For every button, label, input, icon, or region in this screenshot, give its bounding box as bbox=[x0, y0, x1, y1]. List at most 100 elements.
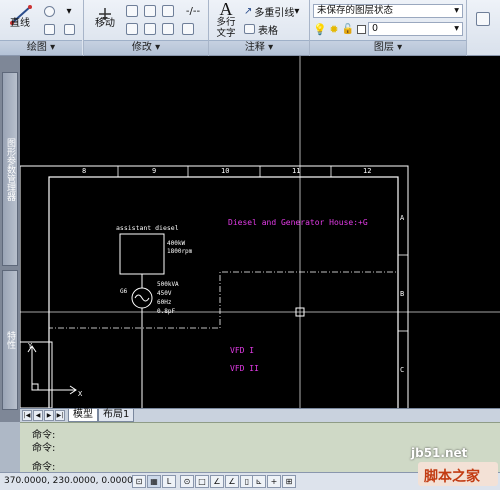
command-history-line: 命令: bbox=[32, 443, 56, 454]
stretch-icon bbox=[126, 23, 138, 35]
annotation-panel-footer[interactable]: 注释 ▾ bbox=[209, 40, 309, 55]
trim-icon: -/-- bbox=[185, 5, 201, 17]
next-tab-button[interactable]: ▶ bbox=[44, 410, 54, 421]
copy-icon bbox=[126, 5, 138, 17]
stretch-tool-button[interactable] bbox=[124, 22, 140, 36]
generator-spec-pf: 0.8pF bbox=[157, 308, 176, 315]
chevron-down-icon: ▾ bbox=[454, 23, 459, 34]
layout-tab-bar: |◀ ◀ ▶ ▶| 模型 布局1 bbox=[20, 408, 500, 422]
generator-spec-frequency: 60Hz bbox=[157, 299, 172, 306]
mirror-icon bbox=[162, 5, 174, 17]
command-prompt[interactable]: 命令: bbox=[32, 458, 55, 473]
layers-panel-footer[interactable]: 图层 ▾ bbox=[310, 40, 466, 55]
layer-lock-toggle[interactable]: 🔓 bbox=[342, 22, 354, 36]
copy-tool-button[interactable] bbox=[124, 4, 140, 18]
column-number-9: 9 bbox=[152, 167, 157, 175]
watermark-logo: 脚本之家 bbox=[418, 462, 498, 486]
watermark-brand: 脚本之家 bbox=[424, 469, 480, 485]
last-tab-button[interactable]: ▶| bbox=[55, 410, 65, 421]
lineweight-toggle[interactable]: + bbox=[267, 475, 281, 488]
first-tab-button[interactable]: |◀ bbox=[22, 410, 32, 421]
erase-tool-button[interactable] bbox=[180, 22, 196, 36]
diesel-engine-box bbox=[119, 233, 165, 275]
drawing-canvas[interactable]: 8 9 10 11 12 A B C Diesel and Generator … bbox=[20, 56, 500, 408]
quick-properties-toggle[interactable]: ⊞ bbox=[282, 475, 296, 488]
generator-spec-kva: 500kVA bbox=[157, 281, 179, 288]
properties-palette-title: 特性 bbox=[5, 331, 15, 349]
3d-osnap-toggle[interactable]: ∠ bbox=[210, 475, 224, 488]
generator-sine bbox=[134, 294, 150, 302]
dyn-toggle[interactable]: ⊾ bbox=[252, 475, 266, 488]
snap-toggle[interactable]: ⊡ bbox=[132, 475, 146, 488]
polar-toggle[interactable]: ⊙ bbox=[180, 475, 194, 488]
table-button[interactable]: 表格 bbox=[244, 22, 294, 37]
polyline-tool-button[interactable] bbox=[60, 22, 78, 36]
ribbon: 直线 ▾ 绘图 ▾ 移动 -/-- 修改 ▾ A 多行 文字 ↗ 多重引线 ▾ … bbox=[0, 0, 500, 56]
layer-state-value: 未保存的图层状态 bbox=[317, 5, 394, 16]
sheet-set-palette-tab[interactable]: 图形参数管理器 bbox=[2, 72, 18, 266]
properties-palette-tab[interactable]: 特性 bbox=[2, 270, 18, 410]
drawing-svg bbox=[20, 56, 500, 408]
modify-panel-title: 修改 bbox=[131, 42, 152, 53]
layer-on-toggle[interactable]: 💡 bbox=[313, 22, 327, 36]
chevron-down-icon: ▾ bbox=[454, 5, 459, 16]
table-label: 表格 bbox=[258, 25, 278, 37]
engine-spec-power: 400kW bbox=[167, 240, 186, 247]
trim-tool-button[interactable]: -/-- bbox=[180, 4, 206, 18]
multileader-label: 多重引线 bbox=[254, 7, 295, 19]
line-button-label: 直线 bbox=[10, 18, 30, 29]
arc-tool-button[interactable] bbox=[40, 22, 58, 36]
erase-icon bbox=[182, 23, 194, 35]
multiline-text-label: 多行 文字 bbox=[216, 17, 236, 39]
draw-panel-title: 绘图 bbox=[26, 42, 47, 53]
multiline-text-button[interactable]: A 多行 文字 bbox=[212, 0, 240, 40]
table-icon bbox=[244, 24, 255, 34]
generator-tag: G6 bbox=[120, 288, 128, 295]
prev-tab-button[interactable]: ◀ bbox=[33, 410, 43, 421]
ucs-icon bbox=[20, 341, 77, 408]
zone-boundary-dashdot bbox=[48, 271, 398, 329]
lightbulb-icon: 💡 bbox=[313, 22, 327, 36]
mirror-tool-button[interactable] bbox=[160, 4, 176, 18]
move-button-label: 移动 bbox=[95, 18, 115, 29]
row-letter-b: B bbox=[400, 290, 405, 298]
tab-model[interactable]: 模型 bbox=[68, 409, 98, 422]
otrack-toggle[interactable]: ∠ bbox=[225, 475, 239, 488]
array-tool-button[interactable] bbox=[160, 22, 176, 36]
circle-tool-button[interactable] bbox=[40, 4, 58, 18]
command-window-handle[interactable] bbox=[0, 422, 20, 472]
ortho-toggle[interactable]: L bbox=[162, 475, 176, 488]
ucs-y-label: Y bbox=[28, 342, 33, 350]
layer-freeze-toggle[interactable]: ✹ bbox=[328, 22, 340, 36]
drawing-frame-inner bbox=[48, 176, 399, 408]
text-a-icon: A bbox=[219, 0, 233, 19]
draw-more-button[interactable]: ▾ bbox=[60, 4, 78, 18]
array-icon bbox=[162, 23, 174, 35]
vfd-label-2: VFD II bbox=[230, 364, 259, 373]
multileader-button[interactable]: ↗ 多重引线 ▾ bbox=[244, 4, 310, 19]
current-layer-value: 0 bbox=[372, 23, 379, 34]
layer-extra-button[interactable] bbox=[470, 4, 496, 34]
multileader-icon: ↗ bbox=[244, 5, 253, 17]
scale-tool-button[interactable] bbox=[142, 22, 158, 36]
column-number-12: 12 bbox=[363, 167, 372, 175]
grid-toggle[interactable]: ▦ bbox=[147, 475, 161, 488]
layer-color-swatch[interactable] bbox=[356, 24, 366, 34]
ucs-x-label: X bbox=[78, 390, 83, 398]
scale-icon bbox=[144, 23, 156, 35]
column-number-8: 8 bbox=[82, 167, 87, 175]
current-layer-dropdown[interactable]: 0 ▾ bbox=[368, 22, 463, 36]
sun-icon: ✹ bbox=[329, 22, 339, 36]
fillet-tool-button[interactable] bbox=[142, 4, 158, 18]
osnap-toggle[interactable]: □ bbox=[195, 475, 209, 488]
layer-state-dropdown[interactable]: 未保存的图层状态 ▾ bbox=[313, 4, 463, 18]
tab-layout1[interactable]: 布局1 bbox=[98, 409, 135, 422]
generator-spec-voltage: 450V bbox=[157, 290, 172, 297]
unlock-icon: 🔓 bbox=[341, 23, 355, 35]
row-letter-c: C bbox=[400, 366, 405, 374]
dropdown-arrow-icon: ▾ bbox=[66, 5, 72, 17]
drawing-frame-outer bbox=[20, 165, 409, 408]
modify-panel-footer[interactable]: 修改 ▾ bbox=[84, 40, 208, 55]
draw-panel-footer[interactable]: 绘图 ▾ bbox=[0, 40, 82, 55]
circle-icon bbox=[43, 5, 55, 17]
